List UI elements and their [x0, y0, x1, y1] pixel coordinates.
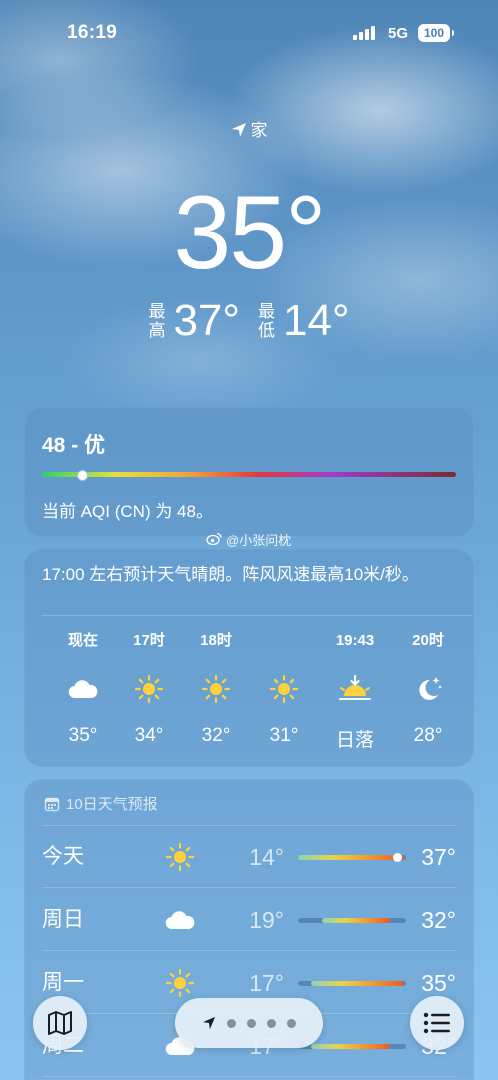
- map-icon: [48, 1011, 72, 1035]
- moon-icon: [465, 659, 474, 719]
- temperature-range-bar: [298, 918, 406, 923]
- hourly-item: 18时 32°: [186, 631, 246, 747]
- day-low: 19°: [249, 907, 284, 933]
- ten-day-header: 10日天气预报: [44, 793, 158, 814]
- hour-value: 35°: [68, 725, 98, 746]
- temperature-range-fill: [298, 855, 404, 860]
- hourly-item: 现在 35°: [53, 631, 113, 747]
- high-low: 最 高 37° 最 低 14°: [0, 296, 498, 346]
- temperature-range-bar: [298, 1044, 406, 1049]
- temperature-range-bar: [298, 853, 406, 862]
- page-dot[interactable]: [247, 1018, 256, 1028]
- day-name: 周日: [42, 908, 84, 931]
- forecast-row[interactable]: 周日 19° 32°: [42, 889, 456, 951]
- divider: [42, 1076, 456, 1077]
- forecast-row[interactable]: 今天 14° 37°: [42, 826, 456, 888]
- status-time: 16:19: [67, 22, 118, 43]
- aqi-title: 48 - 优: [42, 434, 106, 457]
- hourly-item: 19:43 日落: [325, 631, 385, 752]
- day-low: 14°: [249, 844, 284, 870]
- temperature-range-fill: [321, 918, 390, 923]
- sun-icon: [162, 842, 198, 872]
- temperature-range-fill: [310, 1044, 390, 1049]
- aqi-description: 当前 AQI (CN) 为 48。: [42, 502, 213, 521]
- signal-icon: [353, 26, 375, 40]
- temperature-range-bar: [298, 981, 406, 986]
- location-arrow-icon: [231, 123, 246, 137]
- hour-time: 19:43: [335, 632, 375, 649]
- divider: [42, 950, 456, 951]
- moon-stars-icon: [398, 659, 458, 719]
- page-dot[interactable]: [287, 1018, 296, 1028]
- high-label: 最 高: [148, 302, 166, 340]
- sun-icon: [119, 659, 179, 719]
- location-header[interactable]: 家: [0, 116, 498, 141]
- city-list-button[interactable]: [410, 996, 464, 1050]
- low-label: 最 低: [258, 302, 275, 340]
- day-name: 今天: [42, 845, 84, 868]
- hour-value: 28°: [413, 725, 443, 746]
- day-high: 32°: [421, 907, 456, 933]
- air-quality-card[interactable]: 48 - 优 当前 AQI (CN) 为 48。: [24, 407, 474, 537]
- hour-time: 17时: [133, 632, 165, 649]
- page-dot[interactable]: [227, 1018, 236, 1028]
- temperature-range-fill: [310, 981, 404, 986]
- battery-icon: 100: [418, 24, 454, 42]
- hour-time: 18时: [200, 632, 232, 649]
- list-icon: [423, 1012, 450, 1034]
- network-type: 5G: [388, 25, 409, 42]
- watermark: @小张问枕: [206, 530, 291, 549]
- sun-icon: [254, 659, 314, 719]
- location-name: 家: [250, 121, 268, 140]
- hour-value: 34°: [134, 725, 164, 746]
- high-temp: 37°: [173, 296, 240, 345]
- status-bar: 16:19 5G 100: [0, 0, 498, 66]
- hourly-summary: 17:00 左右预计天气晴朗。阵风风速最高10米/秒。: [42, 565, 419, 584]
- sunset-icon: [325, 659, 385, 719]
- sun-icon: [186, 659, 246, 719]
- ten-day-title: 10日天气预报: [66, 796, 158, 813]
- hourly-item: 21 27: [465, 631, 474, 747]
- hour-time: [254, 631, 314, 651]
- hour-value: 日落: [335, 730, 374, 751]
- sun-icon: [162, 968, 198, 998]
- hour-time: 20时: [412, 632, 444, 649]
- hourly-forecast-card[interactable]: 17:00 左右预计天气晴朗。阵风风速最高10米/秒。 现在 35° 17时 34° 1…: [24, 549, 474, 767]
- page-indicator[interactable]: [175, 998, 323, 1048]
- hourly-item: 31°: [254, 631, 314, 747]
- hourly-item: 20时 28°: [398, 631, 458, 747]
- aqi-indicator: [76, 470, 88, 481]
- weibo-icon: [206, 532, 222, 546]
- aqi-scale-bar: [42, 470, 456, 481]
- hour-time: 21: [465, 631, 474, 651]
- hourly-item: 17时 34°: [119, 631, 179, 747]
- day-high: 37°: [421, 844, 456, 870]
- cloud-icon: [53, 659, 113, 719]
- hourly-list[interactable]: 现在 35° 17时 34° 18时 32° 31° 19:43 日落 20时 28° 21 27: [24, 631, 474, 761]
- calendar-icon: [44, 797, 60, 811]
- page-dot[interactable]: [267, 1018, 276, 1028]
- hour-time: 现在: [67, 632, 98, 649]
- hour-value: 27: [465, 725, 474, 747]
- divider: [42, 887, 456, 888]
- current-temp-dot: [393, 853, 403, 862]
- map-button[interactable]: [33, 996, 87, 1050]
- location-arrow-icon: [202, 1016, 216, 1030]
- hour-value: 32°: [201, 725, 231, 746]
- cloud-icon: [162, 905, 198, 935]
- low-temp: 14°: [283, 296, 350, 345]
- current-temperature: 35°: [173, 175, 326, 291]
- hour-value: 31°: [269, 725, 299, 746]
- divider: [42, 615, 472, 616]
